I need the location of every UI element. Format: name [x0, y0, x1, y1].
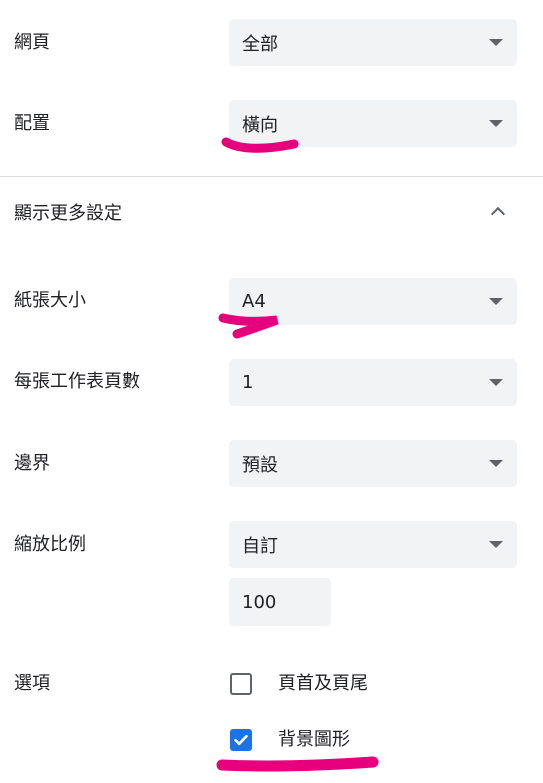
pages-per-sheet-label: 每張工作表頁數 — [14, 371, 140, 392]
caret-down-icon — [489, 541, 503, 548]
background-graphics-label[interactable]: 背景圖形 — [278, 728, 350, 752]
layout-select-value: 橫向 — [242, 114, 278, 136]
highlight-annotation — [216, 756, 379, 772]
headers-footers-checkbox[interactable] — [230, 673, 252, 695]
caret-down-icon — [489, 120, 503, 127]
caret-down-icon — [489, 379, 503, 386]
layout-select[interactable]: 橫向 — [229, 100, 517, 147]
background-graphics-checkbox[interactable] — [230, 729, 252, 751]
pages-select[interactable]: 全部 — [229, 19, 517, 66]
scale-input[interactable] — [229, 578, 331, 626]
caret-down-icon — [489, 39, 503, 46]
caret-down-icon — [489, 460, 503, 467]
paper-size-select[interactable]: A4 — [229, 278, 517, 325]
pages-per-sheet-select[interactable]: 1 — [229, 359, 517, 406]
options-label: 選項 — [14, 673, 50, 694]
more-settings-label: 顯示更多設定 — [14, 203, 122, 224]
caret-down-icon — [489, 298, 503, 305]
pages-per-sheet-select-value: 1 — [242, 372, 254, 393]
margins-select[interactable]: 預設 — [229, 440, 517, 487]
paper-size-label: 紙張大小 — [14, 290, 86, 311]
margins-select-value: 預設 — [242, 454, 278, 476]
scale-select[interactable]: 自訂 — [229, 521, 517, 568]
pages-select-value: 全部 — [242, 33, 278, 55]
pages-label: 網頁 — [14, 32, 50, 53]
scale-select-value: 自訂 — [242, 535, 278, 557]
scale-label: 縮放比例 — [14, 534, 86, 555]
paper-size-select-value: A4 — [242, 291, 266, 312]
checkmark-icon — [234, 734, 248, 746]
layout-label: 配置 — [14, 113, 50, 134]
margins-label: 邊界 — [14, 453, 50, 474]
divider — [0, 176, 543, 177]
headers-footers-label[interactable]: 頁首及頁尾 — [278, 672, 368, 696]
